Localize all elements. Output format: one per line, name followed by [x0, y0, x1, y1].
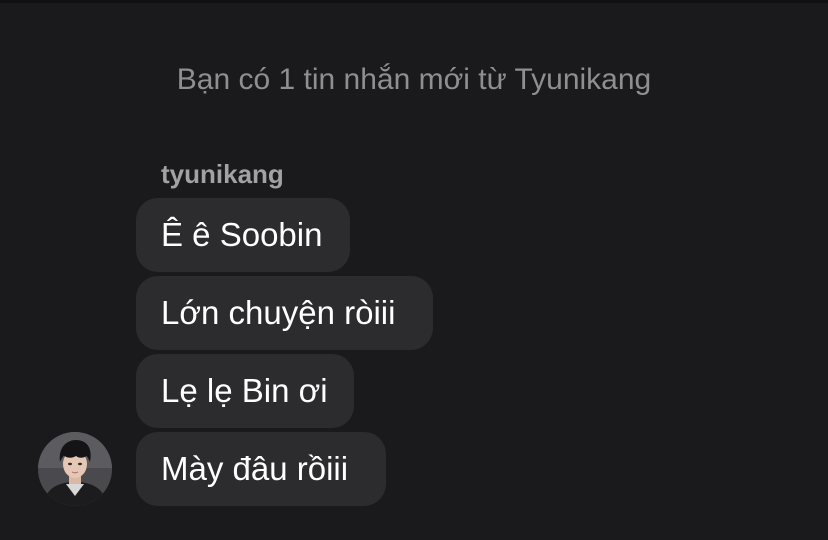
message-text: Lớn chuyện ròiii [161, 294, 396, 331]
message-text: Ê ê Soobin [161, 216, 323, 253]
avatar-portrait-icon [38, 432, 112, 506]
sender-name: tyunikang [161, 159, 284, 189]
sender-avatar[interactable] [38, 432, 112, 506]
message-bubble[interactable]: Mày đâu rồiii [136, 432, 386, 506]
window-top-edge [0, 0, 828, 3]
message-text: Lẹ lẹ Bin ơi [161, 372, 328, 409]
message-bubble[interactable]: Lớn chuyện ròiii [136, 276, 433, 350]
message-bubble[interactable]: Lẹ lẹ Bin ơi [136, 354, 354, 428]
new-message-notice-text: Bạn có 1 tin nhắn mới từ Tyunikang [176, 63, 652, 96]
new-message-notice: Bạn có 1 tin nhắn mới từ Tyunikang [0, 60, 828, 100]
message-bubble[interactable]: Ê ê Soobin [136, 198, 350, 272]
message-text: Mày đâu rồiii [161, 450, 349, 487]
